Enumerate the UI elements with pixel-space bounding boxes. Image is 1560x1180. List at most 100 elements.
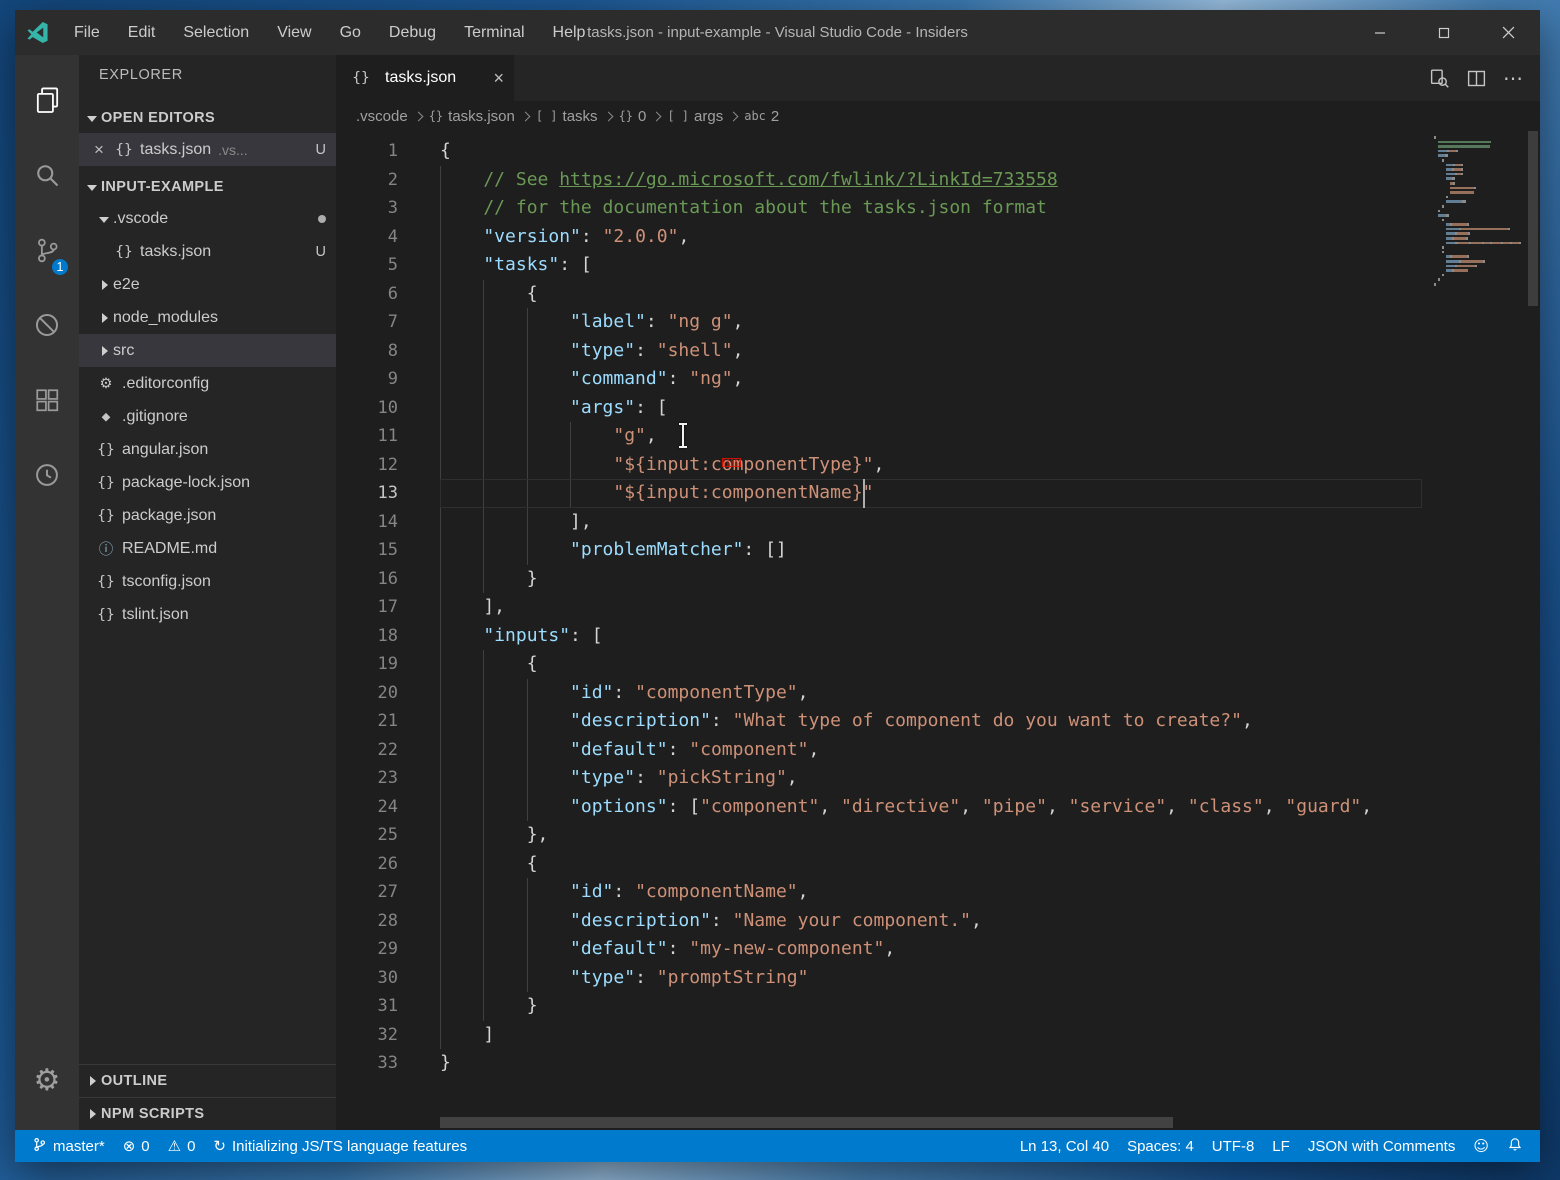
line-number: 33 — [336, 1049, 398, 1078]
breadcrumb-item-tasks[interactable]: [ ]tasks — [536, 108, 598, 125]
tree-item-label: tasks.json — [140, 243, 211, 261]
search-editor-button[interactable] — [1429, 68, 1450, 89]
indent-guide — [440, 479, 483, 508]
tab-label: tasks.json — [385, 69, 456, 87]
more-actions-button[interactable]: ⋯ — [1503, 66, 1524, 91]
menu-go[interactable]: Go — [326, 10, 375, 55]
maximize-button[interactable] — [1412, 10, 1476, 55]
status-language-status[interactable]: ↻Initializing JS/TS language features — [204, 1130, 476, 1162]
indent-guide — [440, 679, 483, 708]
outline-header[interactable]: OUTLINE — [79, 1064, 336, 1097]
code-text: "g", — [440, 422, 657, 451]
open-editors-header[interactable]: OPEN EDITORS — [79, 103, 336, 133]
code-line-22: 22"default": "component", — [336, 736, 1540, 765]
status-eol[interactable]: LF — [1263, 1130, 1299, 1162]
activity-extension-view-button[interactable] — [15, 440, 79, 515]
code-editor[interactable]: 1{2// See https://go.microsoft.com/fwlin… — [336, 131, 1540, 1130]
menu-debug[interactable]: Debug — [375, 10, 450, 55]
status-cursor-position[interactable]: Ln 13, Col 40 — [1011, 1130, 1118, 1162]
minimap-line — [1434, 136, 1526, 139]
tree-item-tasks-json[interactable]: {} tasks.json U — [79, 235, 336, 268]
activity-source-control-button[interactable]: 1 — [15, 215, 79, 290]
activity-extensions-button[interactable] — [15, 365, 79, 440]
code-text: "command": "ng", — [440, 365, 743, 394]
tree-item--vscode[interactable]: .vscode — [79, 202, 336, 235]
status-bar-right: Ln 13, Col 40 Spaces: 4 UTF-8 LF JSON with C… — [1011, 1130, 1532, 1162]
status-errors[interactable]: ⊗0 — [114, 1130, 159, 1162]
menu-terminal[interactable]: Terminal — [450, 10, 538, 55]
indent-guide — [527, 907, 570, 936]
tree-item-README-md[interactable]: ⓘREADME.md — [79, 532, 336, 565]
tree-item-src[interactable]: src — [79, 334, 336, 367]
tree-item--editorconfig[interactable]: ⚙.editorconfig — [79, 367, 336, 400]
status-encoding[interactable]: UTF-8 — [1203, 1130, 1264, 1162]
breadcrumb-item-tasks-json[interactable]: {}tasks.json — [429, 108, 515, 125]
horizontal-scrollbar[interactable] — [440, 1117, 1173, 1128]
tab-close-icon[interactable]: × — [493, 68, 504, 89]
breadcrumb-label: 2 — [771, 108, 779, 125]
code-line-8: 8"type": "shell", — [336, 337, 1540, 366]
code-text: } — [440, 1049, 451, 1078]
tree-item-e2e[interactable]: e2e — [79, 268, 336, 301]
tree-item-label: tsconfig.json — [122, 573, 211, 591]
code-text: "description": "Name your component.", — [440, 907, 982, 936]
tree-item-package-json[interactable]: {}package.json — [79, 499, 336, 532]
close-editor-icon[interactable]: × — [89, 140, 109, 160]
close-button[interactable] — [1476, 10, 1540, 55]
status-feedback[interactable]: ☺ — [1464, 1130, 1498, 1162]
feedback-icon: ☺ — [1473, 1137, 1489, 1155]
project-header[interactable]: INPUT-EXAMPLE — [79, 172, 336, 202]
minimap-line — [1434, 283, 1526, 286]
status-indentation[interactable]: Spaces: 4 — [1118, 1130, 1203, 1162]
status-warnings[interactable]: ⚠0 — [159, 1130, 205, 1162]
indent-guide — [483, 422, 526, 451]
status-label: Spaces: 4 — [1127, 1138, 1194, 1155]
npm-scripts-header[interactable]: NPM SCRIPTS — [79, 1097, 336, 1130]
code-text: "default": "component", — [440, 736, 819, 765]
tab-tasks-json[interactable]: {} tasks.json × — [336, 55, 514, 101]
split-editor-button[interactable] — [1466, 68, 1487, 89]
status-label: Ln 13, Col 40 — [1020, 1138, 1109, 1155]
tree-item-tslint-json[interactable]: {}tslint.json — [79, 598, 336, 631]
status-label: LF — [1272, 1138, 1290, 1155]
line-number: 10 — [336, 394, 398, 423]
status-label: UTF-8 — [1212, 1138, 1255, 1155]
code-line-6: 6{ — [336, 280, 1540, 309]
open-editor-item[interactable]: ×{}tasks.json.vs...U — [79, 133, 336, 166]
menu-edit[interactable]: Edit — [114, 10, 170, 55]
indent-guide — [527, 878, 570, 907]
chevron-right-icon — [83, 1072, 101, 1090]
menu-selection[interactable]: Selection — [169, 10, 263, 55]
explorer-icon — [33, 85, 62, 121]
minimap-line — [1434, 191, 1526, 194]
code-text: "${input:componentType}", — [440, 451, 884, 480]
tree-item-package-lock-json[interactable]: {}package-lock.json — [79, 466, 336, 499]
breadcrumb-item-0[interactable]: {}0 — [619, 108, 647, 125]
tree-item-label: tslint.json — [122, 606, 189, 624]
tree-item-angular-json[interactable]: {}angular.json — [79, 433, 336, 466]
menu-view[interactable]: View — [263, 10, 325, 55]
tree-item-tsconfig-json[interactable]: {}tsconfig.json — [79, 565, 336, 598]
settings-button[interactable]: ⚙ — [15, 1043, 79, 1118]
tree-item-label: README.md — [122, 540, 217, 558]
status-language-mode[interactable]: JSON with Comments — [1299, 1130, 1465, 1162]
status-notifications[interactable] — [1498, 1130, 1532, 1162]
activity-debug-button[interactable] — [15, 290, 79, 365]
indent-guide — [440, 251, 483, 280]
menu-file[interactable]: File — [60, 10, 114, 55]
minimap[interactable] — [1434, 131, 1526, 288]
vertical-scrollbar[interactable] — [1526, 131, 1540, 1130]
code-line-16: 16} — [336, 565, 1540, 594]
breadcrumb-item-args[interactable]: [ ]args — [667, 108, 723, 125]
status-git-branch[interactable]: master* — [23, 1130, 114, 1162]
tree-item-node-modules[interactable]: node_modules — [79, 301, 336, 334]
code-text: "version": "2.0.0", — [440, 223, 689, 252]
breadcrumb-item-2[interactable]: abc2 — [744, 108, 779, 125]
breadcrumb-item--vscode[interactable]: .vscode — [356, 108, 408, 125]
tree-item--gitignore[interactable]: ◆.gitignore — [79, 400, 336, 433]
json-file-icon: {} — [113, 244, 135, 260]
git-status-badge: U — [316, 244, 326, 260]
minimize-button[interactable] — [1348, 10, 1412, 55]
activity-search-button[interactable] — [15, 140, 79, 215]
activity-explorer-button[interactable] — [15, 65, 79, 140]
